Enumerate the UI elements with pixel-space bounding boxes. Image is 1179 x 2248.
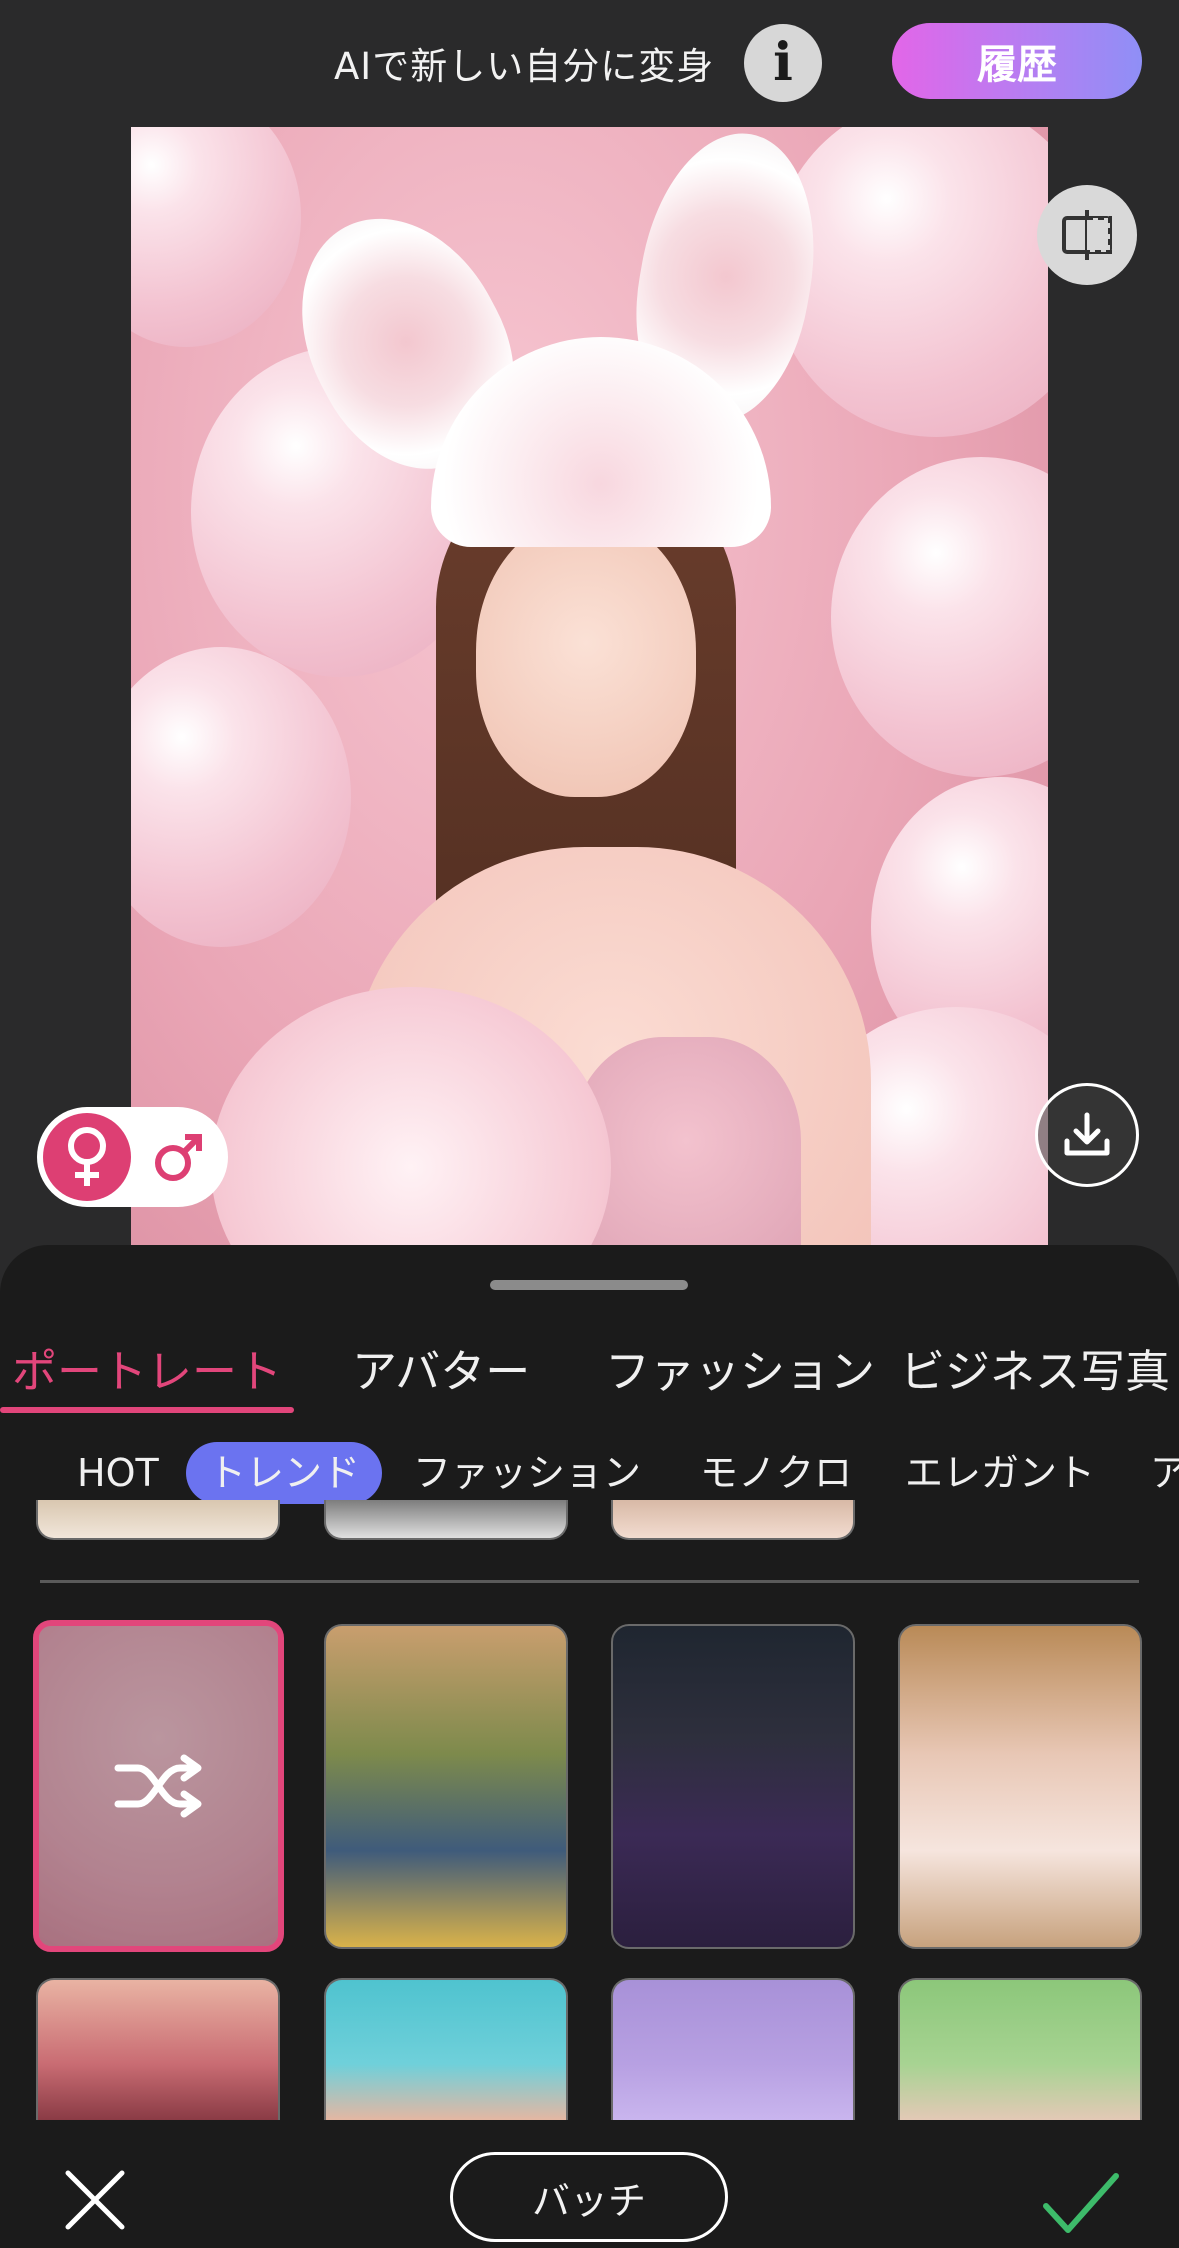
active-tab-indicator (0, 1407, 294, 1413)
history-button[interactable]: 履歴 (892, 23, 1142, 99)
subtab-elegant[interactable]: エレガント (905, 1442, 1095, 1504)
info-icon: i (773, 32, 793, 93)
tab-portrait[interactable]: ポートレート (12, 1335, 282, 1400)
style-thumbnail[interactable] (324, 1624, 568, 1949)
tab-business-photo[interactable]: ビジネス写真 (900, 1335, 1170, 1400)
balloon (131, 647, 351, 947)
header: AIで新しい自分に変身 i 履歴 (0, 0, 1179, 125)
batch-button[interactable]: バッチ (450, 2152, 728, 2242)
female-icon (68, 1127, 106, 1186)
shuffle-icon (114, 1754, 201, 1818)
section-divider (40, 1580, 1139, 1583)
style-thumbnail[interactable] (898, 1978, 1142, 2120)
tab-fashion[interactable]: ファッション (605, 1335, 875, 1400)
close-button[interactable] (60, 2165, 130, 2235)
style-thumbnail[interactable] (324, 1500, 568, 1540)
compare-button[interactable] (1037, 185, 1137, 285)
info-button[interactable]: i (744, 24, 822, 102)
subtab-monochrome[interactable]: モノクロ (700, 1442, 852, 1504)
confirm-button[interactable] (1040, 2168, 1122, 2238)
female-button[interactable] (43, 1113, 131, 1201)
preview-image (131, 127, 1048, 1325)
subtab-more[interactable]: ア (1150, 1442, 1179, 1504)
style-thumbnail[interactable] (898, 1624, 1142, 1949)
download-icon (1064, 1112, 1110, 1156)
download-button[interactable] (1035, 1083, 1139, 1187)
male-button[interactable] (140, 1118, 218, 1196)
panel-grabber[interactable] (490, 1280, 688, 1290)
subtab-trend[interactable]: トレンド (186, 1442, 383, 1504)
style-thumbnail[interactable] (36, 1978, 280, 2120)
close-icon (65, 2170, 125, 2230)
style-thumbnail[interactable] (324, 1978, 568, 2120)
style-thumbnail[interactable] (36, 1500, 280, 1540)
style-thumbnail-selected[interactable] (33, 1620, 284, 1952)
subtab-fashion[interactable]: ファッション (413, 1442, 641, 1504)
shuffle-overlay (39, 1626, 278, 1946)
tab-avatar[interactable]: アバター (352, 1335, 530, 1400)
header-title: AIで新しい自分に変身 (334, 45, 715, 88)
male-icon (155, 1134, 202, 1181)
balloon (831, 457, 1048, 777)
balloon (771, 127, 1048, 437)
compare-icon (1062, 210, 1112, 260)
style-thumbnail[interactable] (611, 1624, 855, 1949)
check-icon (1043, 2173, 1119, 2233)
balloon (131, 127, 301, 347)
subtab-hot[interactable]: HOT (77, 1442, 159, 1504)
figure-face (476, 517, 696, 797)
style-thumbnail[interactable] (611, 1978, 855, 2120)
style-thumbnail[interactable] (611, 1500, 855, 1540)
